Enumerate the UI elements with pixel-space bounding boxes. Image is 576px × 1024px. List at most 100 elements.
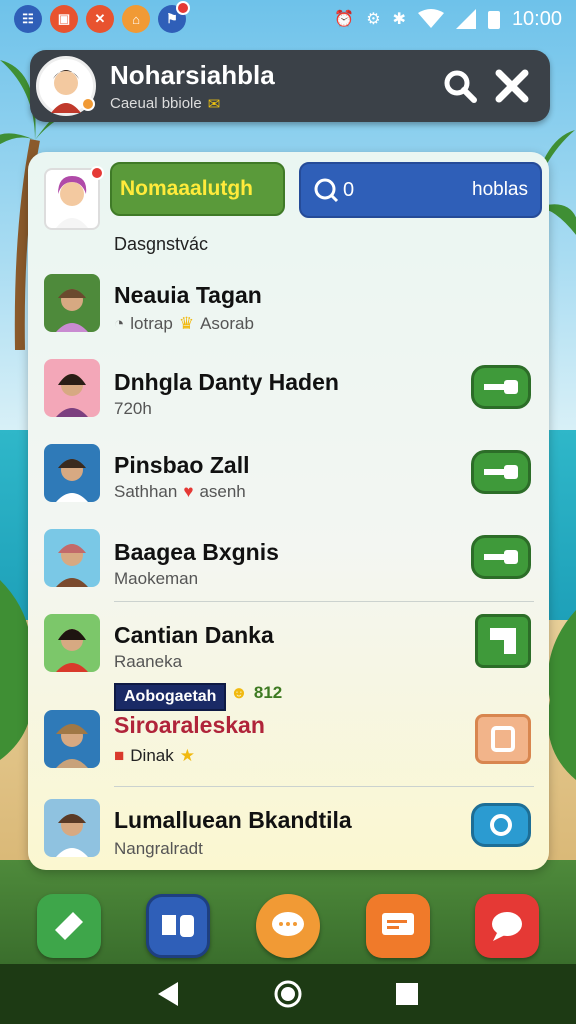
my-name-button[interactable]: Nomaaalutgh [110,162,285,216]
envelope-icon: ✉ [207,95,221,113]
chat-subtitle-text: Caeual bbiole [110,95,202,112]
notification-badge [90,166,104,180]
contact-name: Lumalluean Bkandtila [114,807,352,833]
contact-meta: 720h [114,399,152,418]
note-icon [490,628,516,654]
contact-meta-text: Dinak [130,746,174,765]
signal-icon [455,9,476,29]
tag-chip: Aobogaetah [114,683,227,711]
wifi-icon [417,9,444,28]
key-icon [484,380,518,394]
key-action-button[interactable] [471,535,531,579]
settings-icon: ⚙ [366,11,381,28]
chat-header: Noharsiahbla Caeual bbiole ✉ [30,50,550,122]
gift-icon: ■ [114,746,125,765]
tag-extra: ☻ 812 [230,683,282,703]
key-icon [484,465,518,479]
contact-meta-text: lotrap [130,314,173,333]
contact-name: Siroaraleskan [114,712,265,738]
contact-name: Neauia Tagan [114,282,262,308]
contact-meta-text: Sathhan [114,482,178,501]
app-dock [0,888,576,964]
battery-icon [487,11,500,29]
app-notification-icon: ✕ [86,5,114,33]
contact-avatar [44,799,100,857]
contact-row[interactable]: Siroaraleskan ■ Dinak ★ [28,708,549,770]
alarm-icon: ⏰ [334,11,355,28]
ring-action-button[interactable] [471,803,531,847]
message-card-icon [381,913,414,935]
app-notification-icon: ▣ [50,5,78,33]
search-icon [444,70,477,103]
contact-row[interactable]: Lumalluean Bkandtila Nangralradt [28,797,549,859]
contact-meta: Sathhan ♥ asenh [114,482,246,502]
divider [114,601,534,602]
notification-badge [176,1,190,15]
chat-app-button[interactable] [255,894,320,958]
contact-name: Pinsbao Zall [114,452,250,478]
contact-avatar [44,444,100,502]
star-icon: ★ [179,746,195,765]
contact-row[interactable]: Pinsbao Zall Sathhan ♥ asenh [28,442,549,504]
system-nav-bar [0,964,576,1024]
profile-avatar[interactable] [36,56,96,116]
chat-search-icon [314,178,339,203]
tag-extra-text: 812 [253,683,283,702]
contact-row[interactable]: Cantian Danka Raaneka [28,612,549,674]
home-icon[interactable] [273,979,303,1009]
key-action-button[interactable] [471,365,531,409]
status-bar: ☷ ▣ ✕ ⌂ ⚑ ⏰ ⚙ ✱ 10:00 [0,0,576,38]
back-icon[interactable] [156,980,182,1008]
status-badge [81,97,95,111]
chat-bubble-icon [271,912,304,936]
contact-row[interactable]: Dnhgla Danty Haden 720h [28,357,549,419]
crown-icon: ♛ [178,314,195,333]
contact-meta: Nangralradt [114,839,203,858]
contact-name: Dnhgla Danty Haden [114,369,339,395]
search-field[interactable]: 0 hoblas [299,162,542,218]
contact-meta-text-2: asenh [199,482,246,501]
speech-icon [492,912,523,941]
phone-icon [162,915,195,937]
speech-app-button[interactable] [475,894,540,958]
contact-name: Cantian Danka [114,622,274,648]
heart-icon: ♥ [183,482,194,501]
close-button[interactable] [486,60,538,112]
search-value: 0 [343,178,355,201]
chat-subtitle: Caeual bbiole ✉ [110,95,434,113]
divider [114,786,534,787]
app-notification-icon: ⌂ [122,5,150,33]
notification-apps: ☷ ▣ ✕ ⌂ ⚑ [14,1,190,33]
section-label: Dasgnstvác [114,234,209,254]
contact-meta: Maokeman [114,569,199,588]
key-icon [484,550,518,564]
frame-icon [491,726,515,752]
search-button[interactable] [434,60,486,112]
contact-avatar [44,274,100,332]
contact-meta: Raaneka [114,652,183,671]
search-tag: hoblas [472,179,528,200]
contact-name: Baagea Bxgnis [114,539,279,565]
contact-avatar [44,529,100,587]
ticket-icon [54,912,83,940]
frame-action-button[interactable] [475,714,531,764]
recents-icon[interactable] [394,981,420,1007]
phone-app-button[interactable] [146,894,211,958]
square-action-button[interactable] [475,614,531,668]
my-avatar[interactable] [44,166,104,230]
emoji-icon: ☻ [230,683,248,702]
chat-title: Noharsiahbla [110,59,275,90]
key-action-button[interactable] [471,450,531,494]
contact-avatar [44,614,100,672]
contact-avatar [44,710,100,768]
bug-icon: ✱ [392,11,406,28]
shell-icon: ◔ [114,314,125,333]
contact-meta: ■ Dinak ★ [114,746,195,766]
contact-meta: ◔ lotrap ♛ Asorab [114,314,254,334]
contact-meta-text-2: Asorab [200,314,254,333]
contact-row[interactable]: Baagea Bxgnis Maokeman [28,527,549,589]
message-card-app-button[interactable] [365,894,430,958]
ticket-app-button[interactable] [36,894,101,958]
app-notification-icon: ⚑ [158,1,190,33]
contact-row[interactable]: Neauia Tagan ◔ lotrap ♛ Asorab [28,272,549,334]
